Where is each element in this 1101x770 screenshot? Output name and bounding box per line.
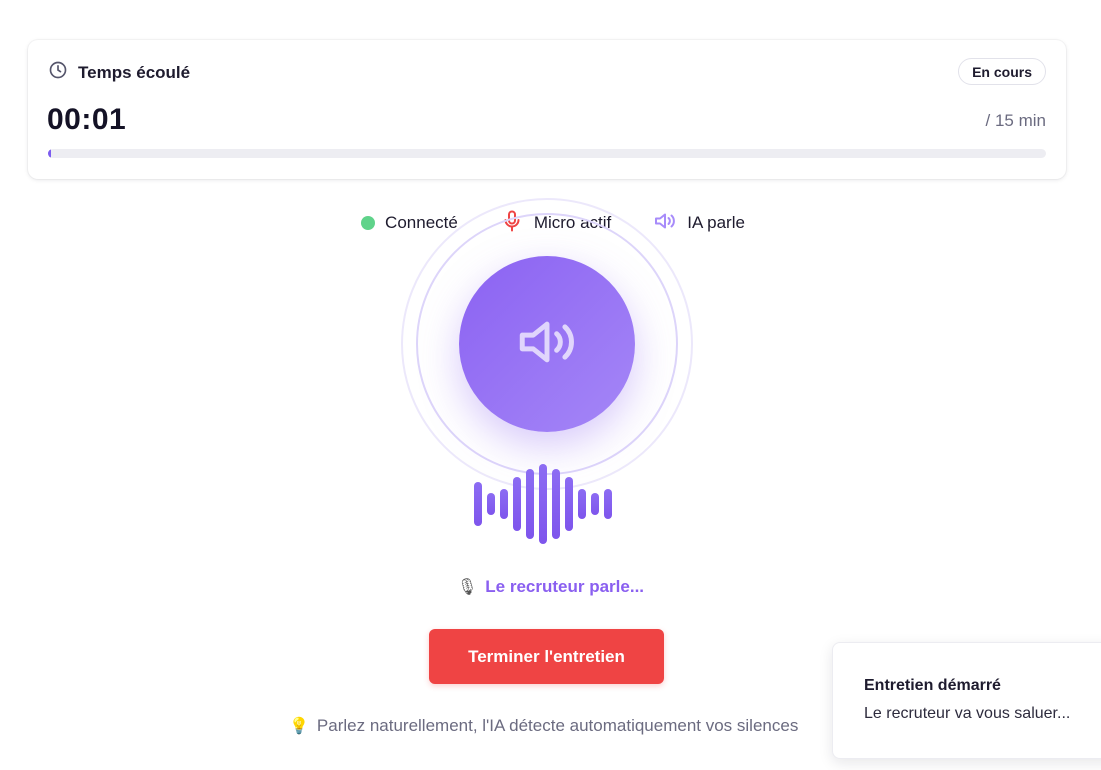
progress-bar-fill (48, 149, 51, 158)
waveform-bar (552, 469, 560, 539)
elapsed-time: 00:01 (47, 103, 127, 136)
waveform-bar (500, 489, 508, 519)
waveform-bar (513, 477, 521, 531)
interview-page: Temps écoulé En cours 00:01 / 15 min Con… (0, 0, 1101, 770)
audio-waveform (470, 462, 622, 546)
hint-label: Parlez naturellement, l'IA détecte autom… (316, 716, 799, 735)
speaking-indicator: 🎙 Le recruteur parle... (0, 577, 1101, 597)
clock-icon (48, 60, 68, 85)
total-duration: / 15 min (985, 111, 1046, 130)
waveform-bar (474, 482, 482, 526)
speaking-label: Le recruteur parle... (485, 577, 645, 596)
waveform-bar (539, 464, 547, 544)
lightbulb-icon: 💡 (289, 718, 309, 735)
timer-header: Temps écoulé (48, 60, 190, 85)
status-ai-label: IA parle (687, 213, 745, 232)
studio-microphone-icon: 🎙 (456, 579, 478, 596)
toast-notification[interactable]: Entretien démarré Le recruteur va vous s… (832, 642, 1101, 759)
hint-text: 💡 Parlez naturellement, l'IA détecte aut… (289, 716, 798, 736)
waveform-bar (591, 493, 599, 515)
ai-speaking-orb (401, 198, 693, 490)
status-badge: En cours (958, 58, 1046, 85)
waveform-bar (604, 489, 612, 519)
waveform-bar (578, 489, 586, 519)
toast-body: Le recruteur va vous saluer... (864, 705, 1071, 722)
waveform-bar (526, 469, 534, 539)
end-interview-button[interactable]: Terminer l'entretien (429, 629, 664, 684)
speaker-icon (514, 309, 580, 380)
connected-dot-icon (361, 216, 376, 230)
toast-title: Entretien démarré (864, 677, 1001, 694)
timer-card: Temps écoulé En cours 00:01 / 15 min (28, 40, 1066, 179)
progress-bar (48, 149, 1046, 158)
waveform-bar (565, 477, 573, 531)
waveform-bar (487, 493, 495, 515)
timer-title: Temps écoulé (78, 62, 191, 82)
orb-circle (459, 256, 635, 432)
